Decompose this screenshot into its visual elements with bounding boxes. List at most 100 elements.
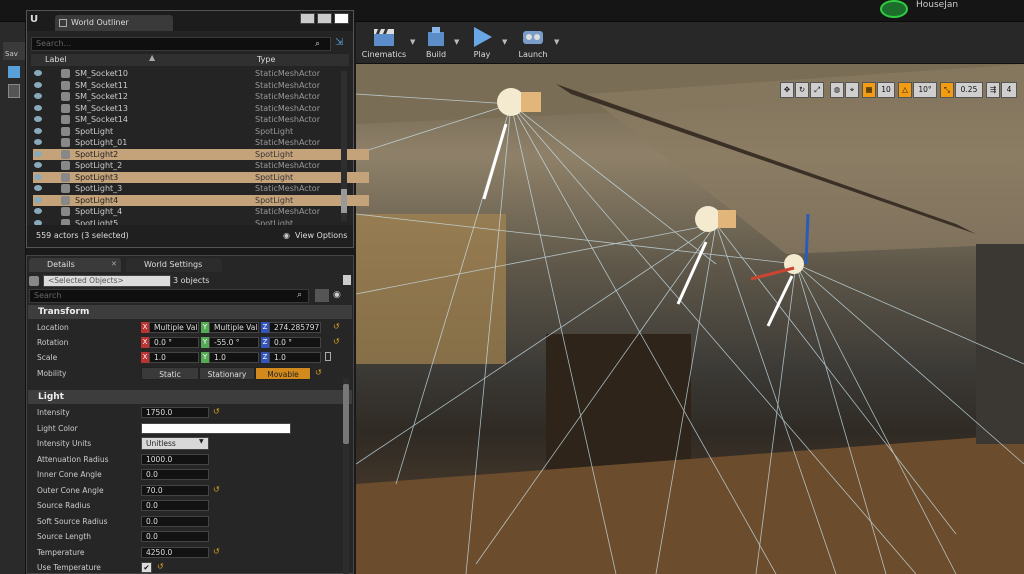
outliner-row[interactable]: SpotLight4 SpotLight: [33, 194, 369, 206]
cinematics-button[interactable]: Cinematics: [358, 24, 410, 62]
label-column-header[interactable]: Label: [45, 55, 67, 64]
view-options-eye-icon[interactable]: ◉: [333, 290, 341, 300]
camera-speed-icon[interactable]: ⇶: [986, 82, 1000, 98]
reset-to-default-icon[interactable]: ↺: [213, 485, 220, 494]
visibility-eye-icon[interactable]: [34, 208, 42, 214]
property-value-field[interactable]: 0.0: [141, 500, 209, 511]
property-matrix-icon[interactable]: [315, 289, 329, 302]
rotate-mode-icon[interactable]: ↻: [795, 82, 809, 98]
visibility-eye-icon[interactable]: [34, 173, 42, 180]
play-button[interactable]: Play: [464, 24, 500, 62]
build-dropdown-icon[interactable]: ▼: [454, 38, 462, 48]
property-value-field[interactable]: 4250.0: [141, 546, 209, 558]
rotation-snap-value[interactable]: 10°: [913, 82, 937, 98]
scale-x-field[interactable]: 1.0: [149, 352, 199, 363]
rotation-z-field[interactable]: 0.0 °: [269, 337, 321, 348]
rotation-x-field[interactable]: 0.0 °: [149, 337, 199, 348]
minimize-button[interactable]: [300, 13, 315, 24]
rotation-y-field[interactable]: -55.0 °: [209, 337, 259, 348]
outliner-row[interactable]: SM_Socket13 StaticMeshActor: [33, 103, 369, 115]
light-category[interactable]: Light: [28, 390, 352, 404]
reset-to-default-icon[interactable]: ↺: [213, 407, 220, 416]
scale-snap-value[interactable]: 0.25: [955, 82, 983, 98]
source-control-icon[interactable]: [880, 0, 908, 18]
scale-mode-icon[interactable]: ⤢: [810, 82, 824, 98]
property-value-field[interactable]: 0.0: [141, 469, 209, 480]
build-button[interactable]: Build: [418, 24, 454, 62]
cinematics-dropdown-icon[interactable]: ▼: [410, 38, 418, 48]
mode-dropdown-icon[interactable]: [8, 84, 20, 98]
location-x-field[interactable]: Multiple Valu: [149, 322, 199, 333]
launch-dropdown-icon[interactable]: ▼: [554, 38, 562, 48]
translate-mode-icon[interactable]: ✥: [780, 82, 794, 98]
outliner-row[interactable]: SpotLight_2 StaticMeshActor: [33, 160, 369, 172]
world-space-icon[interactable]: ◍: [830, 82, 844, 98]
property-value-field[interactable]: 0.0: [141, 531, 209, 542]
property-value-field[interactable]: 70.0: [141, 484, 209, 496]
visibility-eye-icon[interactable]: [34, 139, 42, 145]
lock-icon[interactable]: [343, 275, 351, 285]
tab-world-outliner[interactable]: World Outliner: [55, 15, 173, 31]
selected-objects-field[interactable]: <Selected Objects>: [43, 275, 171, 287]
outliner-row[interactable]: SpotLight3 SpotLight: [33, 171, 369, 183]
outliner-row[interactable]: SpotLight_01 StaticMeshActor: [33, 137, 369, 149]
play-dropdown-icon[interactable]: ▼: [502, 38, 510, 48]
scale-z-field[interactable]: 1.0: [269, 352, 321, 363]
launch-button[interactable]: Launch: [512, 24, 554, 62]
visibility-eye-icon[interactable]: [34, 104, 42, 111]
reset-to-default-icon[interactable]: ↺: [157, 562, 164, 571]
filter-icon[interactable]: ⇲: [335, 37, 349, 51]
grid-snap-value[interactable]: 10: [877, 82, 895, 98]
surface-snap-icon[interactable]: ⌖: [845, 82, 859, 98]
reset-location-icon[interactable]: ↺: [333, 322, 340, 331]
property-value-field[interactable]: 1000.0: [141, 453, 209, 465]
transform-category[interactable]: Transform: [28, 305, 352, 319]
visibility-eye-icon[interactable]: [34, 185, 42, 191]
outliner-row[interactable]: SM_Socket14 StaticMeshActor: [33, 114, 369, 126]
visibility-eye-icon[interactable]: [34, 127, 42, 134]
grid-snap-icon[interactable]: ▦: [862, 82, 876, 98]
rotation-snap-icon[interactable]: △: [898, 82, 912, 98]
outliner-search-input[interactable]: Search...: [31, 37, 331, 51]
visibility-eye-icon[interactable]: [34, 70, 42, 76]
visibility-eye-icon[interactable]: [34, 162, 42, 168]
location-z-field[interactable]: 274.285797: [269, 322, 321, 333]
camera-speed-value[interactable]: 4: [1001, 82, 1017, 98]
scale-y-field[interactable]: 1.0: [209, 352, 259, 363]
tab-world-settings[interactable]: World Settings: [126, 258, 222, 272]
visibility-eye-icon[interactable]: [34, 116, 42, 122]
outliner-row[interactable]: SM_Socket11 StaticMeshActor: [33, 80, 369, 92]
mobility-static-button[interactable]: Static: [141, 367, 199, 380]
outliner-row[interactable]: SM_Socket12 StaticMeshActor: [33, 91, 369, 103]
close-button[interactable]: [334, 13, 349, 24]
outliner-scrollbar[interactable]: [341, 71, 347, 221]
type-column-header[interactable]: Type: [257, 55, 275, 64]
mobility-stationary-button[interactable]: Stationary: [199, 367, 255, 380]
details-search-input[interactable]: Search: [29, 289, 309, 303]
close-tab-icon[interactable]: ✕: [111, 260, 117, 268]
maximize-button[interactable]: [317, 13, 332, 24]
scale-lock-icon[interactable]: [325, 352, 331, 361]
visibility-eye-icon[interactable]: [34, 196, 42, 203]
spotlight-gizmo-2[interactable]: [676, 206, 736, 305]
reset-rotation-icon[interactable]: ↺: [333, 337, 340, 346]
details-scrollbar[interactable]: [343, 378, 349, 574]
visibility-eye-icon[interactable]: [34, 150, 42, 157]
outliner-row[interactable]: SpotLight_4 StaticMeshActor: [33, 206, 369, 218]
outliner-row[interactable]: SpotLight SpotLight: [33, 126, 369, 138]
use-temperature-checkbox[interactable]: ✔: [141, 562, 152, 573]
level-viewport[interactable]: [356, 64, 1024, 574]
visibility-eye-icon[interactable]: [34, 93, 42, 99]
reset-mobility-icon[interactable]: ↺: [315, 368, 322, 377]
outliner-row[interactable]: SpotLight_3 StaticMeshActor: [33, 183, 369, 195]
place-mode-icon[interactable]: [8, 66, 20, 78]
visibility-eye-icon[interactable]: [34, 81, 42, 88]
outliner-row[interactable]: SpotLight2 SpotLight: [33, 148, 369, 160]
outliner-row[interactable]: SM_Socket10 StaticMeshActor: [33, 68, 369, 80]
reset-to-default-icon[interactable]: ↺: [213, 547, 220, 556]
light-color-swatch[interactable]: [141, 422, 291, 434]
mobility-movable-button[interactable]: Movable: [255, 367, 311, 380]
property-value-field[interactable]: 0.0: [141, 515, 209, 527]
tab-details[interactable]: Details: [29, 258, 121, 272]
view-options-button[interactable]: View Options: [295, 231, 347, 240]
